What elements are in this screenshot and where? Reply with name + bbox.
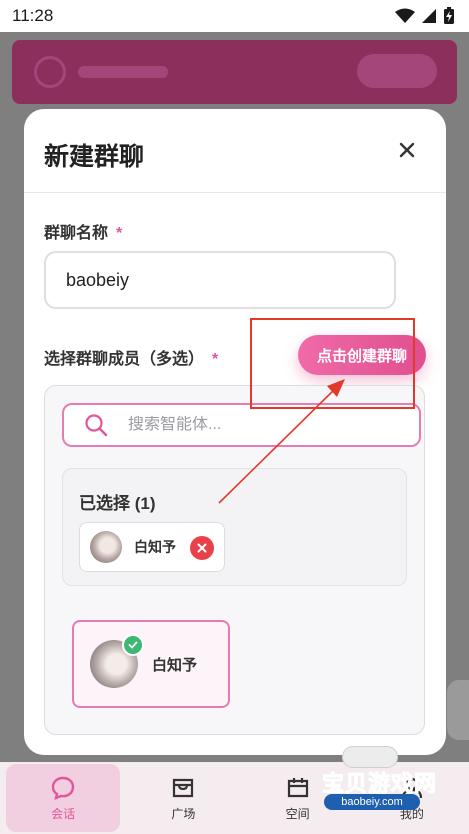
chip-member-name: 白知予 [134,539,176,555]
dialog-title: 新建群聊 [44,143,145,171]
required-mark: * [212,351,219,368]
members-panel: 已选择 (1) 白知予 白知予 [44,385,425,735]
required-mark: * [116,225,123,242]
status-icons [395,7,455,25]
watermark-logo: 宝贝游戏网 baobeiy.com [316,746,466,820]
background-search-icon [34,56,66,88]
nav-label-space: 空间 [285,806,310,821]
status-bar: 11:28 [0,0,469,32]
battery-icon [444,7,454,24]
selected-count-title: 已选择 (1) [79,494,156,513]
calendar-icon [287,777,308,797]
nav-label-square: 广场 [171,806,196,821]
wifi-icon [395,8,415,23]
nav-item-chat[interactable]: 会话 [6,764,121,832]
members-label-text: 选择群聊成员（多选） [44,351,205,368]
member-card[interactable]: 白知予 [72,620,230,708]
group-name-label-text: 群聊名称 [44,225,109,242]
member-name: 白知予 [152,656,198,674]
close-button[interactable] [394,137,420,163]
remove-member-button[interactable] [190,536,214,560]
avatar [90,531,122,563]
nav-item-square[interactable]: 广场 [126,762,240,834]
storefront-icon [173,778,194,797]
group-name-input[interactable] [44,251,396,309]
gamepad-icon [342,746,398,768]
background-header [12,40,457,104]
status-time: 11:28 [12,6,54,25]
avatar [90,634,144,688]
nav-label-chat: 会话 [51,806,76,821]
members-label: 选择群聊成员（多选） * [44,345,218,369]
agent-search-input[interactable] [128,416,388,434]
chat-bubble-icon [51,776,75,800]
watermark-domain: baobeiy.com [324,794,420,810]
selected-members-box: 已选择 (1) 白知予 [62,468,407,586]
new-group-chat-dialog: 新建群聊 群聊名称* 选择群聊成员（多选）* 点击创建群聊 已选择 (1) 白知… [24,109,446,755]
agent-search-box[interactable] [62,403,421,447]
close-icon [399,142,415,158]
background-title-placeholder [78,66,168,78]
search-icon [85,414,108,437]
group-name-label: 群聊名称 * [44,219,122,243]
background-action-button [357,54,437,88]
background-side-handle [447,680,469,740]
selected-member-chip: 白知予 [79,522,225,572]
annotation-highlight-box [250,318,415,409]
dialog-header: 新建群聊 [24,109,446,193]
close-icon [197,543,207,553]
signal-icon [422,9,436,23]
check-icon [122,634,144,656]
